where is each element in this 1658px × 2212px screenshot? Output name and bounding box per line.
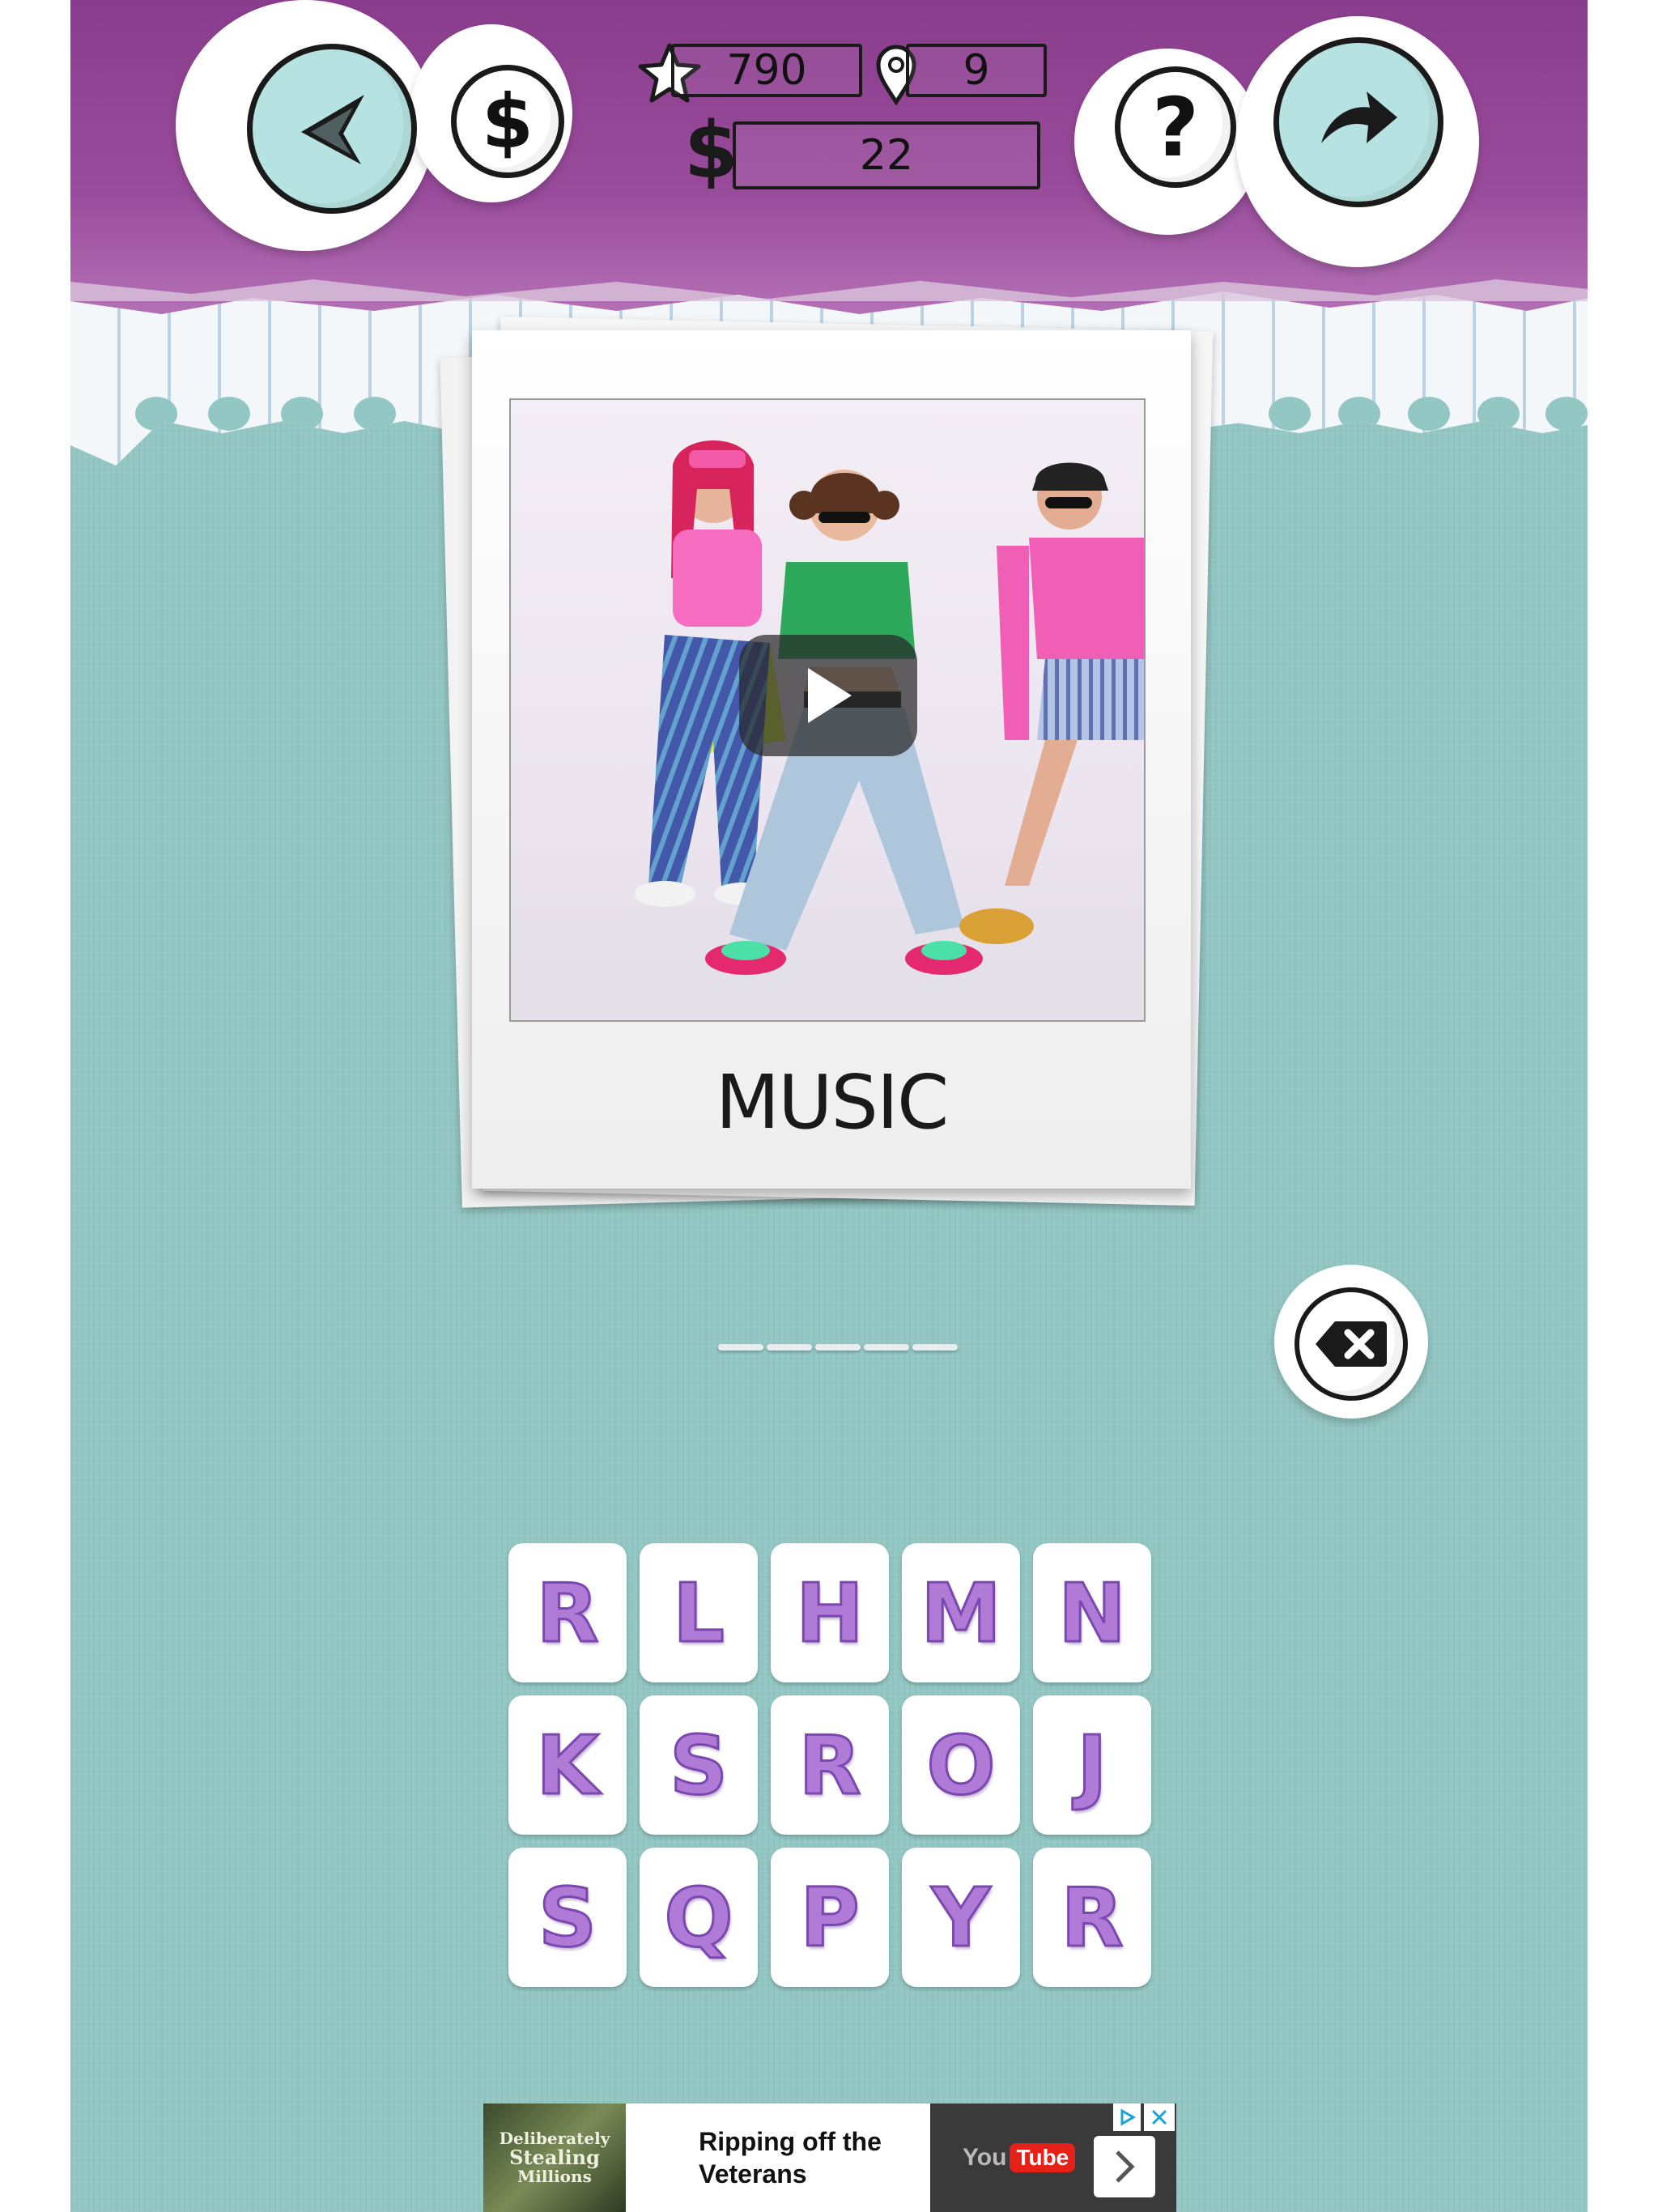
video-thumbnail[interactable] bbox=[509, 398, 1146, 1022]
backspace-icon bbox=[1316, 1321, 1387, 1367]
ad-video-panel[interactable]: You Tube bbox=[930, 2104, 1176, 2212]
letter-tile[interactable]: Q bbox=[640, 1848, 758, 1987]
letter-grid: R L H M N K S R O J S Q P Y R bbox=[508, 1543, 1156, 1987]
delete-button[interactable] bbox=[1295, 1287, 1408, 1401]
ad-banner[interactable]: Deliberately Stealing Millions Ripping o… bbox=[483, 2104, 1176, 2212]
coins-dollar-icon: $ bbox=[684, 105, 738, 196]
forward-arrow-icon bbox=[1321, 91, 1397, 143]
ad-thumb-line: Millions bbox=[517, 2166, 592, 2186]
question-mark-icon: ? bbox=[1151, 79, 1199, 175]
ad-thumbnail[interactable]: Deliberately Stealing Millions bbox=[483, 2104, 626, 2212]
ad-close-button[interactable] bbox=[1144, 2104, 1175, 2131]
youtube-logo-you: You bbox=[963, 2144, 1007, 2171]
category-caption: MUSIC bbox=[715, 1059, 949, 1146]
letter-tile[interactable]: K bbox=[508, 1695, 627, 1835]
play-button[interactable] bbox=[739, 635, 917, 756]
dollar-icon: $ bbox=[481, 78, 534, 165]
ad-thumb-line: Stealing bbox=[509, 2146, 600, 2170]
adchoices-icon bbox=[1120, 2108, 1137, 2126]
letter-tile[interactable]: N bbox=[1033, 1543, 1151, 1682]
letter-tile[interactable]: H bbox=[771, 1543, 889, 1682]
letter-tile[interactable]: R bbox=[1033, 1848, 1151, 1987]
letter-tile[interactable]: M bbox=[902, 1543, 1020, 1682]
close-icon bbox=[1151, 2109, 1167, 2125]
coins-value: 22 bbox=[859, 131, 914, 180]
help-button[interactable]: ? bbox=[1115, 66, 1236, 188]
back-arrow-icon bbox=[301, 95, 364, 164]
level-value: 9 bbox=[963, 46, 990, 95]
letter-tile[interactable]: S bbox=[508, 1848, 627, 1987]
skip-button[interactable] bbox=[1273, 37, 1443, 207]
youtube-logo-tube: Tube bbox=[1010, 2143, 1076, 2172]
ad-thumb-line: Deliberately bbox=[499, 2129, 610, 2149]
letter-tile[interactable]: S bbox=[640, 1695, 758, 1835]
score-value: 790 bbox=[726, 46, 807, 95]
back-button[interactable] bbox=[247, 44, 417, 214]
chevron-right-icon bbox=[1116, 2150, 1135, 2183]
ad-headline[interactable]: Ripping off the Veterans bbox=[626, 2104, 930, 2212]
letter-tile[interactable]: L bbox=[640, 1543, 758, 1682]
letter-tile[interactable]: R bbox=[771, 1695, 889, 1835]
letter-tile[interactable]: R bbox=[508, 1543, 627, 1682]
answer-slots[interactable] bbox=[718, 1344, 958, 1351]
ad-headline-line: Veterans bbox=[699, 2159, 807, 2189]
shop-button[interactable]: $ bbox=[451, 65, 564, 178]
play-icon bbox=[808, 668, 852, 723]
letter-tile[interactable]: Y bbox=[902, 1848, 1020, 1987]
answer-slot[interactable] bbox=[718, 1344, 763, 1351]
ad-info-button[interactable] bbox=[1113, 2104, 1141, 2131]
answer-slot[interactable] bbox=[912, 1344, 958, 1351]
letter-tile[interactable]: O bbox=[902, 1695, 1020, 1835]
youtube-logo: You Tube bbox=[963, 2143, 1076, 2172]
answer-slot[interactable] bbox=[815, 1344, 861, 1351]
coins-display: 22 bbox=[733, 121, 1040, 189]
game-screen: $ ? 790 9 $ 22 MUSIC R L H M N K S R O J… bbox=[70, 0, 1588, 2212]
level-display: 9 bbox=[906, 44, 1047, 97]
ad-headline-line: Ripping off the bbox=[699, 2127, 882, 2156]
letter-tile[interactable]: P bbox=[771, 1848, 889, 1987]
score-display: 790 bbox=[671, 44, 862, 97]
answer-slot[interactable] bbox=[864, 1344, 909, 1351]
puzzle-card: MUSIC bbox=[472, 330, 1191, 1189]
ad-next-button[interactable] bbox=[1094, 2136, 1155, 2197]
answer-slot[interactable] bbox=[767, 1344, 812, 1351]
letter-tile[interactable]: J bbox=[1033, 1695, 1151, 1835]
